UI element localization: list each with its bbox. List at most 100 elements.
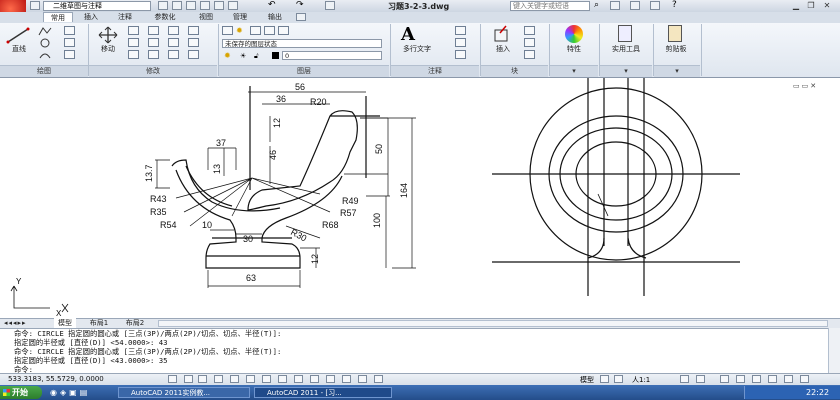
undo-icon[interactable]: ↶: [268, 0, 276, 10]
layer-dropdown[interactable]: 0: [282, 51, 382, 60]
command-scrollbar[interactable]: [828, 328, 840, 373]
annotation-scale[interactable]: 人1:1: [632, 375, 650, 385]
table-icon[interactable]: [455, 50, 466, 59]
layers-panel-label[interactable]: 图层: [219, 65, 389, 77]
grid-icon[interactable]: [198, 375, 207, 383]
open-icon[interactable]: [158, 1, 168, 10]
fillet-icon[interactable]: [188, 26, 199, 35]
auto-scale-icon[interactable]: [696, 375, 705, 383]
tab-annotate[interactable]: 注释: [112, 12, 138, 22]
dyn-icon[interactable]: [310, 375, 319, 383]
edit-block-icon[interactable]: [524, 38, 535, 47]
calculator-icon[interactable]: [618, 25, 632, 42]
layer-properties-icon[interactable]: [222, 26, 233, 35]
help-icon[interactable]: ?: [672, 0, 677, 10]
search-input[interactable]: 键入关键字或短语: [510, 1, 590, 11]
clean-screen-icon[interactable]: [800, 375, 809, 383]
selection-cycling-icon[interactable]: [374, 375, 383, 383]
erase-icon[interactable]: [168, 26, 179, 35]
tab-layout1[interactable]: 布局1: [84, 318, 114, 328]
snap-icon[interactable]: [184, 375, 193, 383]
save-as-icon[interactable]: [186, 1, 196, 10]
polar-icon[interactable]: [230, 375, 239, 383]
draw-panel-label[interactable]: 绘图: [0, 65, 88, 77]
copy-icon[interactable]: [214, 1, 224, 10]
leader-icon[interactable]: [455, 38, 466, 47]
annotation-panel-label[interactable]: 注释: [391, 65, 479, 77]
text-icon[interactable]: A: [401, 24, 415, 45]
horizontal-scrollbar[interactable]: [158, 320, 828, 327]
modify-more-icon[interactable]: [188, 50, 199, 59]
copy-object-icon[interactable]: [128, 38, 139, 47]
taskbar-item[interactable]: AutoCAD 2011实例教...: [118, 387, 250, 398]
array-icon[interactable]: [188, 38, 199, 47]
new-icon[interactable]: [30, 1, 40, 10]
restore-button[interactable]: ❐: [805, 1, 817, 10]
lineweight-icon[interactable]: [326, 375, 335, 383]
quick-launch-icons[interactable]: ◉◈▣▤: [50, 388, 90, 397]
tab-layout2[interactable]: 布局2: [120, 318, 150, 328]
block-attribute-icon[interactable]: [524, 50, 535, 59]
layer-lock-icon[interactable]: [264, 26, 275, 35]
arc-icon[interactable]: [38, 50, 52, 60]
subscription-icon[interactable]: [610, 1, 620, 10]
tab-manage[interactable]: 管理: [227, 12, 253, 22]
workspace-select[interactable]: 二维草图与注释: [43, 1, 151, 11]
infer-constraints-icon[interactable]: [168, 375, 177, 383]
annotation-visibility-icon[interactable]: [680, 375, 689, 383]
mirror-icon[interactable]: [148, 38, 159, 47]
redo-icon[interactable]: ↷: [296, 0, 304, 10]
search-icon[interactable]: ⌕: [594, 0, 599, 10]
offset-icon[interactable]: [168, 50, 179, 59]
utilities-panel-label[interactable]: ▾: [600, 65, 652, 77]
tab-model[interactable]: 模型: [54, 318, 76, 328]
move-button[interactable]: 移动: [92, 44, 124, 54]
clipboard-icon[interactable]: [668, 25, 682, 42]
trim-icon[interactable]: [148, 26, 159, 35]
paste-icon[interactable]: [228, 1, 238, 10]
otrack-icon[interactable]: [278, 375, 287, 383]
clipboard-button[interactable]: 剪贴板: [658, 44, 694, 54]
insert-button[interactable]: 插入: [488, 44, 518, 54]
properties-button[interactable]: 特性: [558, 44, 590, 54]
tab-home[interactable]: 常用: [43, 12, 73, 22]
ellipse-icon[interactable]: [64, 50, 75, 59]
line-icon[interactable]: [6, 26, 32, 44]
stretch-icon[interactable]: [128, 50, 139, 59]
layer-state-dropdown[interactable]: 未保存的图层状态: [222, 39, 382, 48]
modify-panel-label[interactable]: 修改: [89, 65, 217, 77]
save-icon[interactable]: [172, 1, 182, 10]
tab-nav-arrows[interactable]: ◂◂◂▸▸: [4, 318, 27, 328]
scale-icon[interactable]: [148, 50, 159, 59]
circle-icon[interactable]: [38, 38, 52, 48]
insert-block-icon[interactable]: [492, 25, 512, 43]
block-panel-label[interactable]: 块: [481, 65, 548, 77]
clipboard-panel-label[interactable]: ▾: [654, 65, 700, 77]
layer-color-icon[interactable]: [278, 26, 289, 35]
ribbon-toggle-icon[interactable]: [296, 13, 306, 21]
move-icon[interactable]: [97, 26, 119, 44]
layout-icon[interactable]: [600, 375, 609, 383]
taskbar-item-active[interactable]: AutoCAD 2011 - [习...: [254, 387, 392, 398]
hatch-icon[interactable]: [64, 38, 75, 47]
properties-icon[interactable]: [565, 25, 583, 43]
favorites-icon[interactable]: [650, 1, 660, 10]
tab-output[interactable]: 输出: [262, 12, 288, 22]
command-window[interactable]: 命令: CIRCLE 指定圆的圆心或 [三点(3P)/两点(2P)/切点、切点、…: [0, 328, 828, 374]
rectangle-icon[interactable]: [64, 26, 75, 35]
3d-osnap-icon[interactable]: [262, 375, 271, 383]
coordinate-readout[interactable]: 533.3183, 55.5729, 0.0000: [8, 375, 104, 383]
quick-properties-icon[interactable]: [358, 375, 367, 383]
polyline-icon[interactable]: [38, 26, 52, 36]
cut-icon[interactable]: [200, 1, 210, 10]
tab-parametric[interactable]: 参数化: [144, 12, 186, 22]
model-space-button[interactable]: 模型: [580, 375, 594, 385]
tab-insert[interactable]: 插入: [78, 12, 104, 22]
hardware-acceleration-icon[interactable]: [752, 375, 761, 383]
plot-icon[interactable]: [325, 1, 335, 10]
light-bulb-icon[interactable]: ✹: [236, 26, 243, 35]
lock-ui-icon[interactable]: [736, 375, 745, 383]
quick-view-icon[interactable]: [614, 375, 623, 383]
ortho-icon[interactable]: [214, 375, 223, 383]
create-block-icon[interactable]: [524, 26, 535, 35]
